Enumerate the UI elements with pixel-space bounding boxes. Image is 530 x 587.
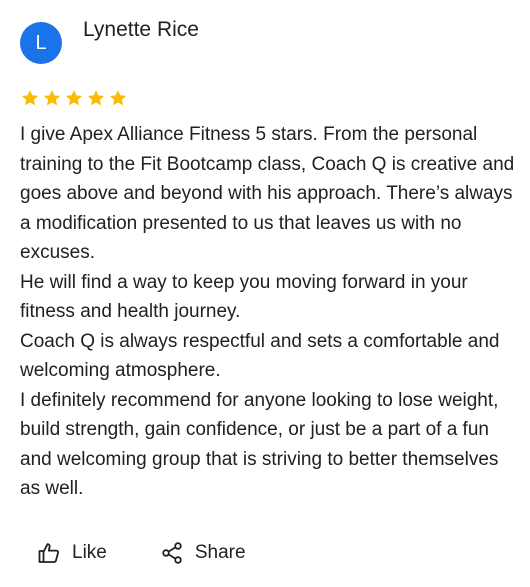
star-icon xyxy=(43,90,61,106)
review-actions: Like Share xyxy=(36,540,246,566)
thumbs-up-icon xyxy=(36,540,62,566)
star-icon xyxy=(21,90,39,106)
review-paragraph: Coach Q is always respectful and sets a … xyxy=(20,330,500,382)
share-icon xyxy=(159,540,185,566)
star-icon xyxy=(109,90,127,106)
review-paragraph: I definitely recommend for anyone lookin… xyxy=(20,389,499,500)
share-label: Share xyxy=(194,542,246,563)
star-icon xyxy=(87,90,105,106)
review-paragraph: He will find a way to keep you moving fo… xyxy=(20,271,468,323)
star-rating xyxy=(20,88,128,108)
review-card: L Lynette Rice I give Apex Alliance Fitn… xyxy=(0,0,530,587)
review-header: L Lynette Rice xyxy=(20,18,199,64)
like-button[interactable]: Like xyxy=(36,540,107,566)
reviewer-name[interactable]: Lynette Rice xyxy=(83,18,199,42)
review-paragraph: I give Apex Alliance Fitness 5 stars. Fr… xyxy=(20,124,515,263)
avatar[interactable]: L xyxy=(20,22,62,64)
star-icon xyxy=(65,90,83,106)
review-text: I give Apex Alliance Fitness 5 stars. Fr… xyxy=(20,120,520,504)
like-label: Like xyxy=(72,542,107,563)
share-button[interactable]: Share xyxy=(159,540,246,566)
avatar-initial: L xyxy=(35,31,47,54)
